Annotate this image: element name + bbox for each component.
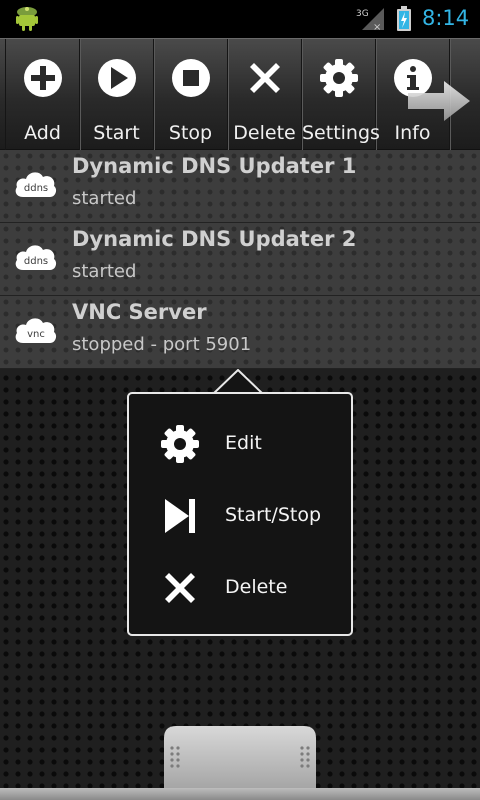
svg-text:vnc: vnc bbox=[27, 329, 45, 340]
menu-item-delete[interactable]: Delete bbox=[129, 552, 351, 624]
stop-icon bbox=[171, 59, 210, 97]
cloud-icon: ddns bbox=[15, 245, 57, 270]
play-icon bbox=[97, 59, 136, 97]
menu-item-edit[interactable]: Edit bbox=[129, 408, 351, 480]
context-menu: Edit Start/Stop Delete bbox=[127, 392, 353, 636]
signal-3g-icon: 3G × bbox=[356, 8, 384, 32]
add-label: Add bbox=[24, 122, 61, 144]
svg-text:×: × bbox=[373, 22, 381, 32]
delete-button[interactable]: Delete bbox=[228, 39, 302, 151]
battery-icon bbox=[397, 6, 411, 31]
add-icon bbox=[23, 59, 62, 97]
service-status: started bbox=[72, 188, 137, 209]
svg-text:3G: 3G bbox=[356, 9, 369, 19]
service-list: ddns Dynamic DNS Updater 1 started ddns … bbox=[0, 150, 480, 369]
info-label: Info bbox=[394, 122, 431, 144]
settings-button[interactable]: Settings bbox=[302, 39, 380, 151]
list-item[interactable]: vnc VNC Server stopped - port 5901 bbox=[0, 296, 480, 369]
toolbar: Add Start Stop Delete Settings Info bbox=[0, 38, 480, 151]
menu-label: Delete bbox=[225, 576, 288, 598]
start-button[interactable]: Start bbox=[80, 39, 154, 151]
menu-item-start-stop[interactable]: Start/Stop bbox=[129, 480, 351, 552]
cloud-icon: ddns bbox=[15, 172, 57, 197]
svg-text:ddns: ddns bbox=[24, 256, 48, 267]
settings-label: Settings bbox=[302, 122, 380, 144]
stop-button[interactable]: Stop bbox=[154, 39, 228, 151]
delete-icon bbox=[249, 63, 280, 93]
service-name: VNC Server bbox=[72, 300, 207, 324]
status-time: 8:14 bbox=[422, 6, 470, 30]
skip-next-icon bbox=[165, 499, 195, 533]
bottom-bar bbox=[0, 788, 480, 800]
add-button[interactable]: Add bbox=[6, 39, 80, 151]
delete-icon bbox=[165, 573, 195, 603]
list-item[interactable]: ddns Dynamic DNS Updater 1 started bbox=[0, 150, 480, 223]
menu-label: Edit bbox=[225, 432, 262, 454]
start-label: Start bbox=[93, 122, 140, 144]
svg-text:ddns: ddns bbox=[24, 183, 48, 194]
gear-icon bbox=[161, 425, 199, 463]
arrow-right-icon[interactable] bbox=[408, 77, 472, 125]
service-name: Dynamic DNS Updater 1 bbox=[72, 154, 357, 178]
cloud-icon: vnc bbox=[15, 318, 57, 343]
gear-icon bbox=[319, 59, 358, 97]
status-bar: 3G × 8:14 bbox=[0, 0, 480, 38]
service-name: Dynamic DNS Updater 2 bbox=[72, 227, 357, 251]
service-status: started bbox=[72, 261, 137, 282]
menu-label: Start/Stop bbox=[225, 504, 322, 526]
list-item[interactable]: ddns Dynamic DNS Updater 2 started bbox=[0, 223, 480, 296]
android-icon bbox=[16, 7, 38, 31]
delete-label: Delete bbox=[233, 122, 296, 144]
service-status: stopped - port 5901 bbox=[72, 334, 252, 355]
stop-label: Stop bbox=[168, 122, 213, 144]
